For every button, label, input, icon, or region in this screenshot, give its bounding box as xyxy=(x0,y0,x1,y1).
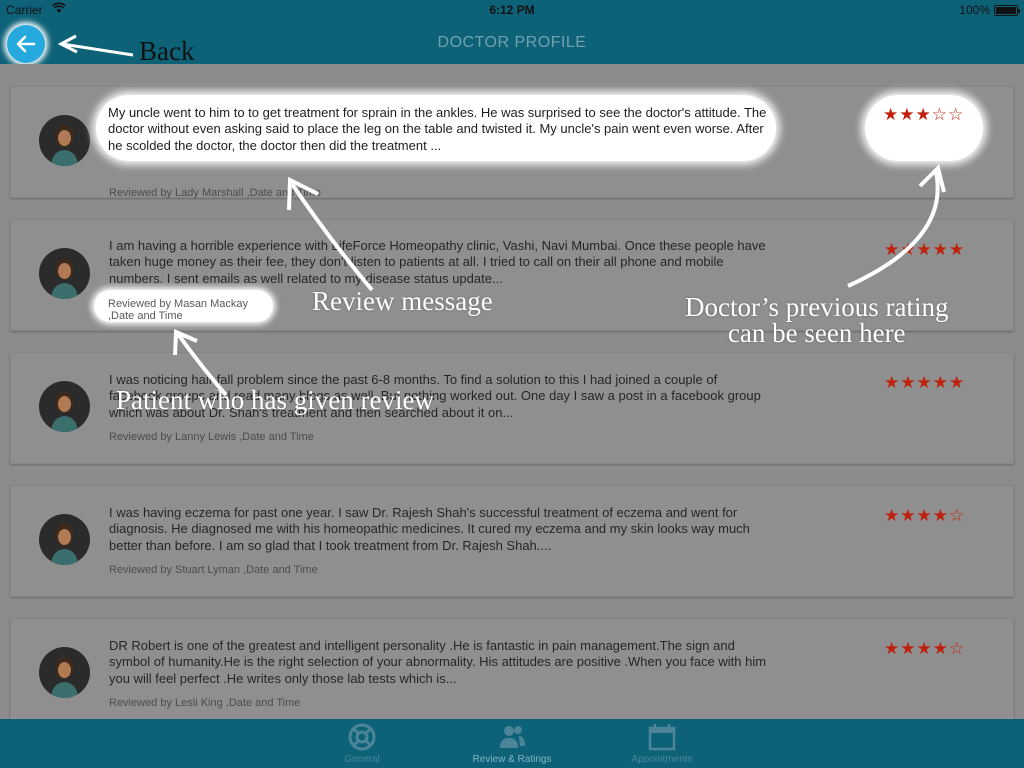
reviewer-name: Reviewed by Lesli King ,Date and Time xyxy=(109,697,301,709)
avatar xyxy=(39,115,90,166)
review-card[interactable]: DR Robert is one of the greatest and int… xyxy=(10,618,1014,719)
battery-percent: 100% xyxy=(959,3,990,17)
tab-appointments[interactable]: Appointments xyxy=(592,719,732,768)
star-rating-label: ★★★★☆ xyxy=(884,639,966,658)
reviewer-name: Reviewed by Lady Marshall ,Date and Time xyxy=(109,187,322,199)
tab-appointments-label: Appointments xyxy=(631,754,693,765)
calendar-icon xyxy=(648,724,676,751)
avatar xyxy=(39,514,90,565)
review-message: DR Robert is one of the greatest and int… xyxy=(109,638,767,686)
avatar xyxy=(39,647,90,698)
reviewer-name: Reviewed by Stuart Lyman ,Date and Time xyxy=(109,564,318,576)
rating-stars: ★★★★★ xyxy=(884,373,965,393)
review-card[interactable]: I was having eczema for past one year. I… xyxy=(10,485,1014,597)
tab-general-label: General xyxy=(344,754,380,765)
lifebuoy-icon xyxy=(348,723,376,751)
annotation-back: Back xyxy=(139,36,195,66)
status-bar: Carrier 6:12 PM 100% xyxy=(0,0,1024,20)
tab-review-ratings-label: Review & Ratings xyxy=(472,754,552,765)
annotation-rating-line2: can be seen here xyxy=(727,318,906,348)
highlight-review-message: My uncle went to him to to get treatment… xyxy=(96,95,776,161)
users-icon xyxy=(500,726,525,748)
annotation-rating-line1: Doctor’s previous rating xyxy=(685,292,949,322)
star-rating-label: ★★★☆☆ xyxy=(883,105,965,124)
tab-review-ratings[interactable]: Review & Ratings xyxy=(442,719,582,768)
battery-icon xyxy=(994,5,1020,16)
rating-stars: ★★★★★ xyxy=(884,240,965,260)
avatar xyxy=(39,248,90,299)
rating-stars: ★★★★☆ xyxy=(884,506,965,526)
annotation-review-message: Review message xyxy=(312,286,493,316)
highlight-reviewer: Reviewed by Masan Mackay ,Date and Time xyxy=(94,290,273,322)
rating-stars: ★★★★☆ xyxy=(884,639,965,659)
reviewer-name: Reviewed by Masan Mackay ,Date and Time xyxy=(108,298,249,322)
tab-general[interactable]: General xyxy=(292,719,432,768)
star-rating-label: ★★★★★ xyxy=(884,240,966,259)
review-message: I was having eczema for past one year. I… xyxy=(109,505,750,553)
star-rating-label: ★★★★☆ xyxy=(884,506,966,525)
highlight-rating: ★★★☆☆ xyxy=(865,95,983,161)
annotation-rating: Doctor’s previous rating can be seen her… xyxy=(685,292,949,348)
reviewer-name: Reviewed by Lanny Lewis ,Date and Time xyxy=(109,431,314,443)
avatar xyxy=(39,381,90,432)
rating-stars: ★★★☆☆ xyxy=(883,105,964,125)
star-rating-label: ★★★★★ xyxy=(884,373,966,392)
review-message: I am having a horrible experience with L… xyxy=(109,238,766,286)
clock-label: 6:12 PM xyxy=(489,3,535,17)
annotation-patient: Patient who has given review xyxy=(116,385,434,415)
review-message: My uncle went to him to to get treatment… xyxy=(108,105,767,153)
tab-bar: General Review & Ratings Appointments xyxy=(0,719,1024,768)
